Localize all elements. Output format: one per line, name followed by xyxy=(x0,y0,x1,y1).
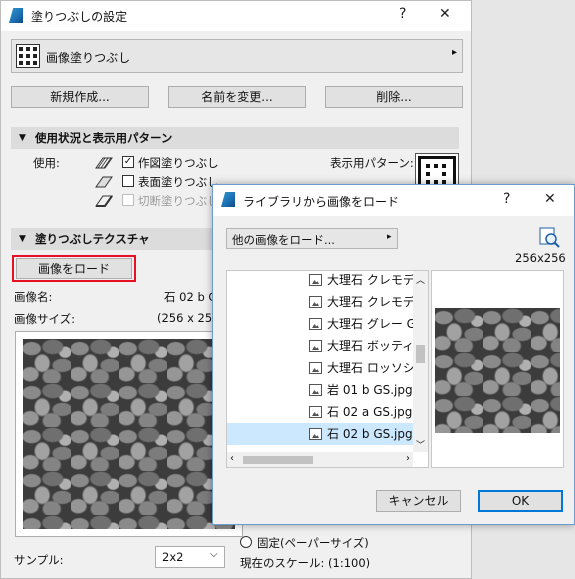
library-preview-box xyxy=(431,270,564,468)
list-item[interactable]: 石 02 a GS.jpg xyxy=(227,401,415,423)
list-item[interactable]: 大理石 ロッソシチ xyxy=(227,357,415,379)
image-source-label: 他の画像をロード... xyxy=(232,233,335,247)
chevron-right-icon: ▸ xyxy=(387,232,392,242)
library-file-list[interactable]: 大理石 クレモデリ大理石 クレモデリ大理石 グレー GS 大理石 ボッティチ大理石… xyxy=(226,270,429,468)
load-image-from-library-dialog: ライブラリから画像をロード ? ✕ 他の画像をロード... ▸ 256x256 … xyxy=(212,184,575,525)
image-file-icon xyxy=(309,384,322,396)
surface-fill-label: 表面塗りつぶし xyxy=(138,175,219,189)
load-image-button[interactable]: 画像をロード xyxy=(16,258,132,279)
list-item[interactable]: 大理石 クレモデリ xyxy=(227,271,415,291)
new-button[interactable]: 新規作成... xyxy=(11,86,149,108)
scroll-left-icon[interactable]: ‹ xyxy=(230,453,234,464)
sample-select[interactable]: 2x2 ⌵ xyxy=(155,546,225,568)
image-fill-icon xyxy=(16,44,40,68)
vertical-scroll-thumb[interactable] xyxy=(416,345,425,363)
list-item[interactable]: 大理石 クレモデリ xyxy=(227,291,415,313)
horizontal-scrollbar[interactable]: ‹ › xyxy=(227,452,413,467)
help-button[interactable]: ? xyxy=(399,6,406,22)
file-name: 石 02 a GS.jpg xyxy=(327,405,413,419)
image-file-icon xyxy=(309,318,322,330)
cut-fill-icon xyxy=(95,195,113,207)
drafting-fill-checkbox[interactable]: ✓ xyxy=(122,156,134,168)
vertical-scrollbar[interactable]: ︿ ﹀ xyxy=(413,271,428,452)
fixed-scale-radio[interactable] xyxy=(240,536,252,548)
app-logo-icon xyxy=(221,192,235,207)
texture-section-title: 塗りつぶしテクスチャ xyxy=(35,232,150,246)
drafting-fill-icon xyxy=(95,157,113,169)
image-size-value: (256 x 25 xyxy=(157,311,213,325)
file-name: 岩 01 b GS.jpg xyxy=(327,383,413,397)
display-pattern-label: 表示用パターン: xyxy=(330,156,414,170)
title-bar: 塗りつぶしの設定 ? ✕ xyxy=(1,1,471,31)
file-name: 大理石 グレー GS xyxy=(327,317,415,331)
library-close-button[interactable]: ✕ xyxy=(544,191,556,207)
sample-select-value: 2x2 xyxy=(162,550,184,564)
collapse-triangle-icon: ▼ xyxy=(19,234,26,244)
image-file-icon xyxy=(309,296,322,308)
collapse-triangle-icon: ▼ xyxy=(19,133,26,143)
close-button[interactable]: ✕ xyxy=(439,6,451,22)
fill-type-selector[interactable]: 画像塗りつぶし ▸ xyxy=(11,39,463,73)
file-name: 大理石 クレモデリ xyxy=(327,295,415,309)
preview-zoom-icon[interactable] xyxy=(538,226,560,248)
list-item[interactable]: 石 02 b GS.jpg xyxy=(227,423,415,445)
cut-fill-label: 切断塗りつぶし xyxy=(138,194,219,208)
file-name: 大理石 ボッティチ xyxy=(327,339,415,353)
texture-preview-frame xyxy=(15,331,243,537)
library-help-button[interactable]: ? xyxy=(503,191,510,207)
library-title-bar: ライブラリから画像をロード ? ✕ xyxy=(213,185,574,216)
image-file-icon xyxy=(309,340,322,352)
cut-fill-checkbox[interactable] xyxy=(122,194,134,206)
list-item[interactable]: 岩 01 b GS.jpg xyxy=(227,379,415,401)
sample-label: サンプル: xyxy=(14,553,64,567)
delete-button[interactable]: 削除... xyxy=(325,86,463,108)
file-name: 石 02 b GS.jpg xyxy=(327,427,413,441)
usage-section-title: 使用状況と表示用パターン xyxy=(35,131,173,145)
library-dialog-title: ライブラリから画像をロード xyxy=(243,195,400,209)
preview-size-text: 256x256 xyxy=(515,251,566,265)
drafting-fill-label: 作図塗りつぶし xyxy=(138,156,219,170)
file-name: 大理石 ロッソシチ xyxy=(327,361,415,375)
image-file-icon xyxy=(309,362,322,374)
cancel-button[interactable]: キャンセル xyxy=(376,490,461,512)
list-item[interactable]: 大理石 ボッティチ xyxy=(227,335,415,357)
chevron-down-icon: ⌵ xyxy=(210,549,218,560)
file-name: 大理石 クレモデリ xyxy=(327,273,415,287)
image-size-label: 画像サイズ: xyxy=(14,312,76,326)
usage-label: 使用: xyxy=(33,156,60,170)
stone-texture-image xyxy=(23,339,235,529)
stone-texture-preview xyxy=(435,308,560,433)
image-source-dropdown[interactable]: 他の画像をロード... ▸ xyxy=(226,228,398,249)
surface-fill-checkbox[interactable] xyxy=(122,175,134,187)
scroll-right-icon[interactable]: › xyxy=(406,453,410,464)
image-file-icon xyxy=(309,274,322,286)
ok-button[interactable]: OK xyxy=(478,490,563,512)
scroll-down-icon[interactable]: ﹀ xyxy=(416,438,425,451)
image-file-icon xyxy=(309,428,322,440)
list-item[interactable]: 大理石 グレー GS xyxy=(227,313,415,335)
app-logo-icon xyxy=(9,8,23,23)
image-name-label: 画像名: xyxy=(14,290,53,304)
rename-button[interactable]: 名前を変更... xyxy=(168,86,306,108)
current-scale-text: 現在のスケール: (1:100) xyxy=(240,556,371,570)
scroll-up-icon[interactable]: ︿ xyxy=(416,273,425,286)
chevron-right-icon: ▸ xyxy=(452,47,458,58)
fill-type-label: 画像塗りつぶし xyxy=(46,51,131,65)
image-file-icon xyxy=(309,406,322,418)
surface-fill-icon xyxy=(95,176,113,188)
usage-section-header[interactable]: ▼ 使用状況と表示用パターン xyxy=(11,127,459,149)
fixed-scale-label: 固定(ペーパーサイズ) xyxy=(257,536,369,550)
horizontal-scroll-thumb[interactable] xyxy=(243,456,313,464)
dialog-title: 塗りつぶしの設定 xyxy=(31,10,128,24)
